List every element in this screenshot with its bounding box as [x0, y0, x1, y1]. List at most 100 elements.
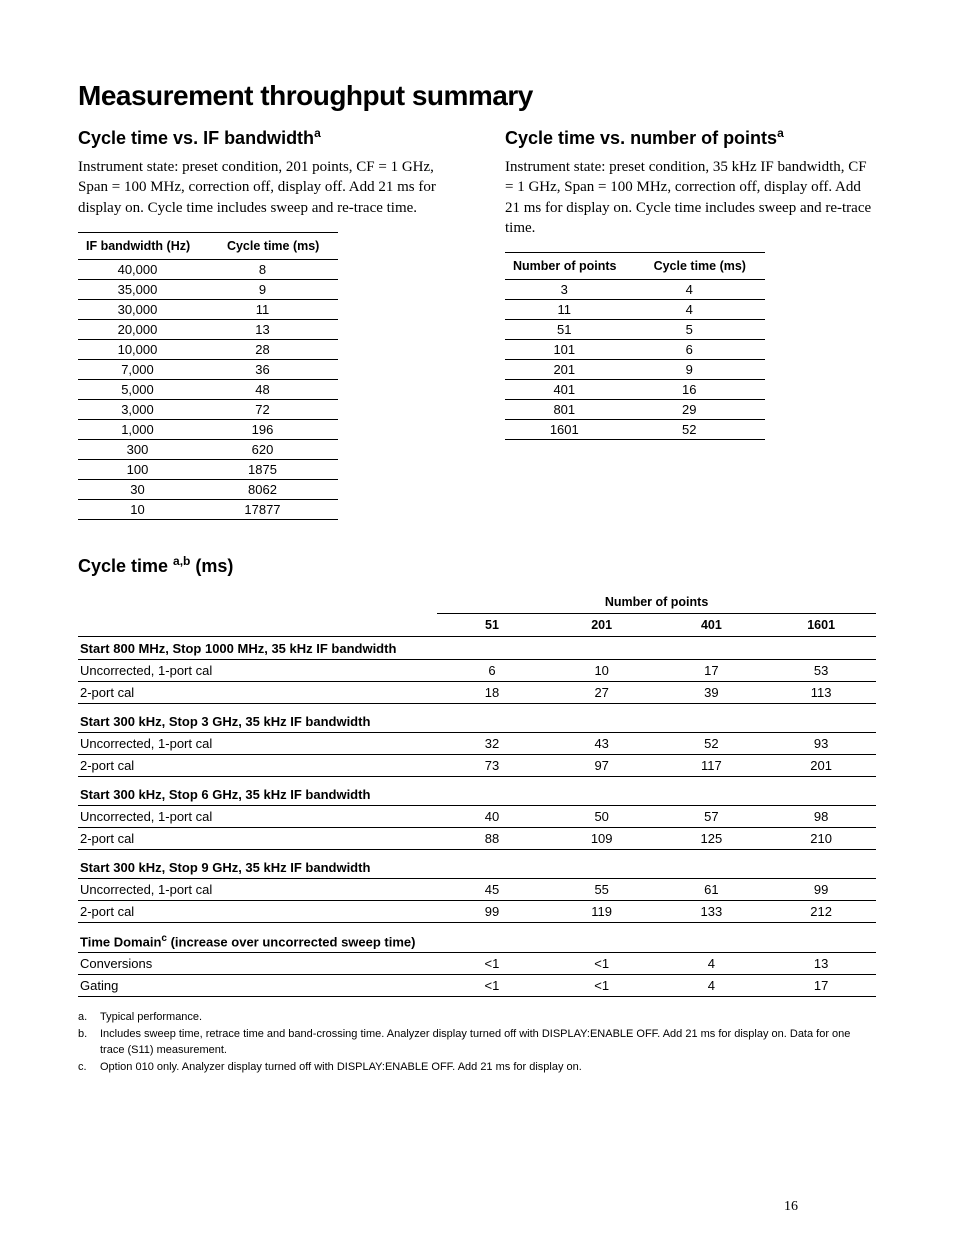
row-label-cell: Uncorrected, 1-port cal [78, 659, 437, 681]
wide-blank-header [78, 591, 437, 637]
table-row: 3,00072 [78, 399, 338, 419]
if-bw-th2: Cycle time (ms) [209, 232, 338, 259]
table-cell: 13 [209, 319, 338, 339]
table-row: Uncorrected, 1-port cal40505798 [78, 805, 876, 827]
data-cell: 98 [766, 805, 876, 827]
table-cell: 9 [209, 279, 338, 299]
footnote-key: a. [78, 1009, 100, 1026]
points-table: Number of points Cycle time (ms) 3411451… [505, 252, 765, 440]
if-bandwidth-table: IF bandwidth (Hz) Cycle time (ms) 40,000… [78, 232, 338, 520]
row-label-cell: 2-port cal [78, 827, 437, 849]
left-heading: Cycle time vs. IF bandwidtha [78, 126, 449, 149]
data-cell: 210 [766, 827, 876, 849]
blank-cell [547, 703, 657, 732]
data-cell: 6 [437, 659, 547, 681]
table-cell: 4 [636, 280, 765, 300]
table-row: 2-port cal88109125210 [78, 827, 876, 849]
blank-cell [766, 776, 876, 805]
data-cell: 88 [437, 827, 547, 849]
table-row: 7,00036 [78, 359, 338, 379]
cycle-time-wide-table: Number of points 512014011601 Start 800 … [78, 591, 876, 997]
blank-cell [657, 922, 767, 952]
table-cell: 17877 [209, 499, 338, 519]
group-header-row: Start 300 kHz, Stop 3 GHz, 35 kHz IF ban… [78, 703, 876, 732]
table-row: 5,00048 [78, 379, 338, 399]
row-label-cell: Uncorrected, 1-port cal [78, 805, 437, 827]
group-header-cell: Start 300 kHz, Stop 3 GHz, 35 kHz IF ban… [78, 703, 437, 732]
table-cell: 6 [636, 340, 765, 360]
row-label-cell: 2-port cal [78, 900, 437, 922]
table-row: 1017877 [78, 499, 338, 519]
data-cell: 4 [657, 953, 767, 975]
data-cell: 133 [657, 900, 767, 922]
table-row: 1016 [505, 340, 765, 360]
table-row: 35,0009 [78, 279, 338, 299]
data-cell: 212 [766, 900, 876, 922]
blank-cell [547, 776, 657, 805]
data-cell: 18 [437, 681, 547, 703]
two-column-section: Cycle time vs. IF bandwidtha Instrument … [78, 120, 876, 520]
blank-cell [547, 636, 657, 659]
table-row: Conversions<1<1413 [78, 953, 876, 975]
blank-cell [437, 849, 547, 878]
data-cell: 201 [766, 754, 876, 776]
row-label-cell: 2-port cal [78, 681, 437, 703]
table-row: 300620 [78, 439, 338, 459]
footnote-key: c. [78, 1059, 100, 1076]
data-cell: 97 [547, 754, 657, 776]
row-label-cell: Conversions [78, 953, 437, 975]
table-cell: 9 [636, 360, 765, 380]
data-cell: 99 [766, 878, 876, 900]
data-cell: 43 [547, 732, 657, 754]
table-row: 2-port cal182739113 [78, 681, 876, 703]
right-heading: Cycle time vs. number of pointsa [505, 126, 876, 149]
table-cell: 620 [209, 439, 338, 459]
group-header-row: Time Domainc (increase over uncorrected … [78, 922, 876, 952]
data-cell: 32 [437, 732, 547, 754]
table-cell: 8062 [209, 479, 338, 499]
blank-cell [547, 922, 657, 952]
table-row: 2-port cal7397117201 [78, 754, 876, 776]
table-cell: 30,000 [78, 299, 209, 319]
table-row: 30,00011 [78, 299, 338, 319]
table-cell: 7,000 [78, 359, 209, 379]
blank-cell [437, 636, 547, 659]
table-row: Gating<1<1417 [78, 975, 876, 997]
group-header-cell: Time Domainc (increase over uncorrected … [78, 922, 437, 952]
table-cell: 1,000 [78, 419, 209, 439]
table-row: 2019 [505, 360, 765, 380]
table-row: 20,00013 [78, 319, 338, 339]
table-cell: 401 [505, 380, 636, 400]
table-cell: 51 [505, 320, 636, 340]
data-cell: 52 [657, 732, 767, 754]
group-header-cell: Start 300 kHz, Stop 6 GHz, 35 kHz IF ban… [78, 776, 437, 805]
data-cell: 27 [547, 681, 657, 703]
data-cell: <1 [547, 953, 657, 975]
table-cell: 20,000 [78, 319, 209, 339]
table-cell: 30 [78, 479, 209, 499]
data-cell: 61 [657, 878, 767, 900]
right-column: Cycle time vs. number of pointsa Instrum… [505, 120, 876, 520]
table-row: 10,00028 [78, 339, 338, 359]
table-cell: 48 [209, 379, 338, 399]
data-cell: 39 [657, 681, 767, 703]
left-heading-text: Cycle time vs. IF bandwidth [78, 128, 314, 148]
data-cell: 17 [657, 659, 767, 681]
table-cell: 52 [636, 420, 765, 440]
table-cell: 11 [209, 299, 338, 319]
row-label-cell: 2-port cal [78, 754, 437, 776]
data-cell: 119 [547, 900, 657, 922]
footnote: b.Includes sweep time, retrace time and … [78, 1026, 876, 1059]
page-number: 16 [784, 1199, 798, 1215]
group-header-cell: Start 300 kHz, Stop 9 GHz, 35 kHz IF ban… [78, 849, 437, 878]
blank-cell [766, 703, 876, 732]
table-cell: 5,000 [78, 379, 209, 399]
row-label-cell: Gating [78, 975, 437, 997]
wide-col-header: 51 [437, 613, 547, 636]
data-cell: 125 [657, 827, 767, 849]
table-row: 160152 [505, 420, 765, 440]
right-heading-text: Cycle time vs. number of points [505, 128, 777, 148]
blank-cell [437, 703, 547, 732]
table-row: Uncorrected, 1-port cal45556199 [78, 878, 876, 900]
blank-cell [437, 922, 547, 952]
